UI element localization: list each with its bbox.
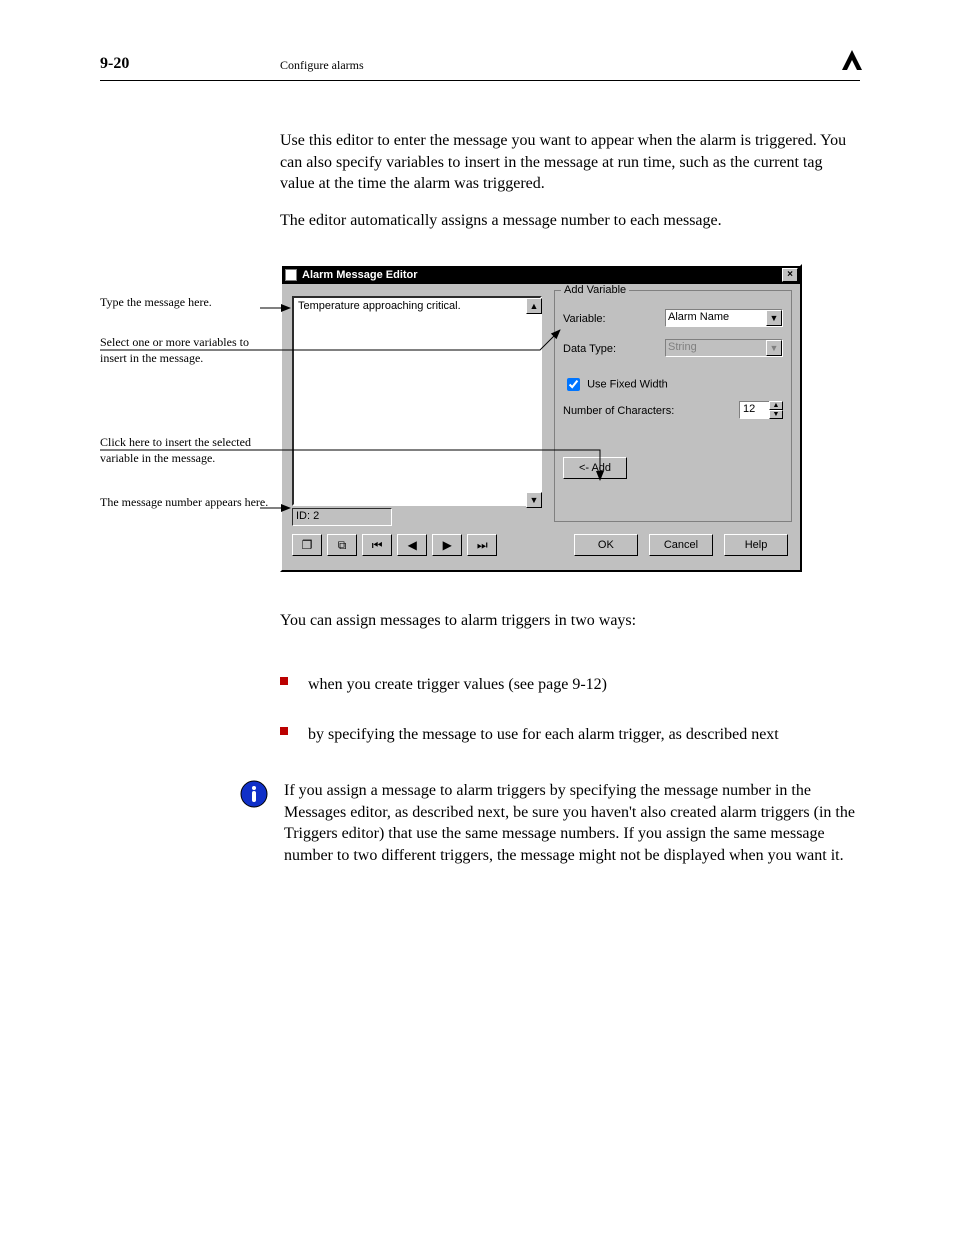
add-button[interactable]: <- Add <box>563 457 627 479</box>
spin-down-icon[interactable]: ▼ <box>769 410 783 419</box>
ok-button[interactable]: OK <box>574 534 638 556</box>
note-text: If you assign a message to alarm trigger… <box>284 780 860 866</box>
group-legend: Add Variable <box>561 284 629 296</box>
bullet-square-icon <box>280 727 288 735</box>
cancel-button[interactable]: Cancel <box>649 534 713 556</box>
callout-click-add: Click here to insert the selected variab… <box>100 435 270 466</box>
message-scrollbar[interactable]: ▲ ▼ <box>526 298 542 508</box>
info-icon <box>240 780 268 808</box>
intro-paragraph-2: The editor automatically assigns a messa… <box>280 210 860 232</box>
callout-select-variables: Select one or more variables to insert i… <box>100 335 270 366</box>
help-button[interactable]: Help <box>724 534 788 556</box>
assign-messages-lead: You can assign messages to alarm trigger… <box>280 610 860 632</box>
last-record-button[interactable]: ⏭ <box>467 534 497 556</box>
publisher-logo-icon <box>840 48 864 72</box>
fixed-width-checkbox-input[interactable] <box>567 378 580 391</box>
dialog-toolbar: ❐ ⧉ ⏮ ◀ ▶ ⏭ <box>292 534 499 556</box>
alarm-message-editor-dialog: Alarm Message Editor × Temperature appro… <box>280 264 802 572</box>
add-variable-group: Add Variable Variable: Alarm Name ▼ Data… <box>554 290 792 522</box>
note-block: If you assign a message to alarm trigger… <box>240 780 860 866</box>
dialog-title-text: Alarm Message Editor <box>302 269 418 281</box>
bullet-1-text: when you create trigger values (see page… <box>308 674 848 696</box>
close-button[interactable]: × <box>782 268 798 282</box>
bullet-item-2: by specifying the message to use for eac… <box>280 724 860 746</box>
datatype-label: Data Type: <box>563 343 616 355</box>
page-number: 9-20 <box>100 55 129 73</box>
dropdown-arrow-icon[interactable]: ▼ <box>766 310 782 326</box>
chapter-title: Configure alarms <box>280 58 364 73</box>
new-message-button[interactable]: ❐ <box>292 534 322 556</box>
system-menu-icon[interactable] <box>285 269 297 281</box>
header-rule <box>100 80 860 81</box>
dialog-action-buttons: OK Cancel Help <box>566 534 788 556</box>
next-record-button[interactable]: ▶ <box>432 534 462 556</box>
num-chars-value: 12 <box>743 403 755 415</box>
fixed-width-checkbox[interactable]: Use Fixed Width <box>563 375 668 394</box>
datatype-select-value: String <box>668 341 697 353</box>
bullet-square-icon <box>280 677 288 685</box>
dropdown-arrow-icon: ▼ <box>766 340 782 356</box>
callout-type-message: Type the message here. <box>100 295 270 311</box>
prev-record-button[interactable]: ◀ <box>397 534 427 556</box>
intro-paragraph-1: Use this editor to enter the message you… <box>280 130 860 195</box>
copy-message-button[interactable]: ⧉ <box>327 534 357 556</box>
first-record-button[interactable]: ⏮ <box>362 534 392 556</box>
scroll-down-icon[interactable]: ▼ <box>526 492 542 508</box>
bullet-2-text: by specifying the message to use for eac… <box>308 724 848 746</box>
bullet-item-1: when you create trigger values (see page… <box>280 674 860 696</box>
fixed-width-label: Use Fixed Width <box>587 378 668 390</box>
callout-message-number: The message number appears here. <box>100 495 270 511</box>
datatype-select: String ▼ <box>665 339 783 357</box>
num-chars-spinner[interactable]: 12 ▲ ▼ <box>739 401 783 419</box>
message-text: Temperature approaching critical. <box>298 300 461 312</box>
dialog-titlebar: Alarm Message Editor × <box>282 266 800 284</box>
variable-select[interactable]: Alarm Name ▼ <box>665 309 783 327</box>
id-field: ID: 2 <box>292 508 392 526</box>
num-chars-label: Number of Characters: <box>563 405 674 417</box>
variable-select-value: Alarm Name <box>668 311 729 323</box>
message-textarea[interactable]: Temperature approaching critical. ▲ ▼ <box>292 296 542 506</box>
variable-label: Variable: <box>563 313 606 325</box>
spin-up-icon[interactable]: ▲ <box>769 401 783 410</box>
scroll-up-icon[interactable]: ▲ <box>526 298 542 314</box>
